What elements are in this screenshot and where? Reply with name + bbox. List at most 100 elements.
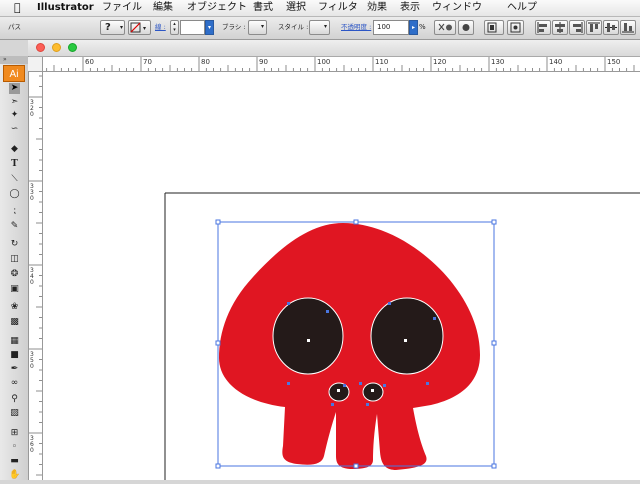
crop-tool-icon[interactable]: ⊞: [9, 428, 20, 439]
opacity-dropdown[interactable]: ▸: [409, 20, 418, 35]
magic-wand-tool-icon[interactable]: ✦: [9, 110, 20, 121]
handle-top-left[interactable]: [215, 219, 221, 225]
symbol-sprayer-tool-icon[interactable]: ❀: [9, 302, 20, 313]
horizontal-ruler[interactable]: 60708090100110120130140150160170: [43, 57, 640, 72]
line-tool-icon[interactable]: ⟍: [9, 174, 20, 185]
menu-type[interactable]: 書式: [253, 0, 273, 16]
handle-middle-right[interactable]: [491, 340, 497, 346]
recolor-button[interactable]: [434, 20, 456, 35]
paintbrush-tool-icon[interactable]: ⁏: [9, 206, 20, 217]
artwork: [164, 192, 640, 480]
scale-tool-icon[interactable]: ◫: [9, 254, 20, 265]
menu-window[interactable]: ウィンドウ: [432, 0, 482, 16]
h-ruler-label: 110: [375, 58, 388, 66]
app-menu[interactable]: Illustrator: [37, 0, 94, 16]
opacity-label[interactable]: 不透明度 :: [341, 20, 371, 35]
handle-top-right[interactable]: [491, 219, 497, 225]
lasso-tool-icon[interactable]: ∽: [9, 124, 20, 135]
left-eye[interactable]: [272, 297, 344, 375]
menu-view[interactable]: 表示: [400, 0, 420, 16]
transform-button[interactable]: [507, 20, 524, 35]
menu-filter[interactable]: フィルタ: [318, 0, 358, 16]
apple-icon[interactable]: : [14, 0, 21, 16]
direct-selection-tool-icon[interactable]: ➣: [9, 97, 20, 108]
ellipse-tool-icon[interactable]: ◯: [9, 189, 20, 200]
align-right-button[interactable]: [569, 20, 585, 35]
align-hcenter-button[interactable]: [552, 20, 568, 35]
v-ruler-label: 0: [30, 111, 34, 118]
opacity-field[interactable]: 100: [373, 20, 409, 35]
column-graph-tool-icon[interactable]: ▩: [9, 317, 20, 328]
stroke-none-icon: ▾: [130, 22, 146, 33]
stroke-weight-stepper[interactable]: ▴ ▾: [170, 20, 179, 35]
document-window: 60708090100110120130140150160170 3203303…: [28, 40, 640, 480]
menu-select[interactable]: 選択: [286, 0, 306, 16]
right-eye[interactable]: [370, 297, 444, 375]
zoom-button[interactable]: [68, 43, 77, 52]
eraser-tool-icon[interactable]: ▬: [9, 456, 20, 467]
align-vcenter-icon: [605, 23, 617, 32]
stroke-weight-dropdown[interactable]: ▾: [205, 20, 214, 35]
eyedropper-tool-icon[interactable]: ✒: [9, 364, 20, 375]
illustrator-logo[interactable]: Ai: [3, 65, 25, 82]
warp-tool-icon[interactable]: ❂: [9, 269, 20, 280]
vertical-ruler[interactable]: 320330340350360: [28, 57, 43, 480]
v-ruler-label: 0: [30, 279, 34, 286]
menu-effect[interactable]: 効果: [367, 0, 387, 16]
align-left-button[interactable]: [535, 20, 551, 35]
v-ruler-label: 0: [30, 363, 34, 370]
type-tool-icon[interactable]: T: [9, 159, 20, 170]
stroke-weight-field[interactable]: [180, 20, 205, 35]
menu-help[interactable]: ヘルプ: [507, 0, 537, 16]
minimize-button[interactable]: [52, 43, 61, 52]
live-paint-tool-icon[interactable]: ⚲: [9, 394, 20, 405]
isolate-icon: [462, 24, 470, 31]
handle-bottom-right[interactable]: [491, 463, 497, 469]
handle-top-center[interactable]: [353, 219, 359, 225]
hand-tool-icon[interactable]: ✋: [9, 470, 20, 481]
tools-panel: » Ai ➤ ➣ ✦ ∽ ◆ T ⟍ ◯ ⁏ ✎ ↻ ◫ ❂ ▣ ❀ ▩ ▦ ■…: [0, 56, 29, 480]
v-ruler-label: 0: [30, 195, 34, 202]
artboard-canvas[interactable]: [43, 72, 640, 480]
menu-edit[interactable]: 編集: [153, 0, 173, 16]
opacity-unit: %: [419, 23, 426, 31]
fill-swatch-button[interactable]: ? ▾: [100, 20, 125, 35]
ruler-origin[interactable]: [28, 57, 43, 72]
document-titlebar[interactable]: [28, 40, 640, 57]
isolate-button[interactable]: [458, 20, 474, 35]
align-options-button[interactable]: [484, 20, 504, 35]
align-vcenter-button[interactable]: [603, 20, 619, 35]
rotate-tool-icon[interactable]: ↻: [9, 239, 20, 250]
stroke-label[interactable]: 線 :: [155, 20, 166, 35]
close-button[interactable]: [36, 43, 45, 52]
handle-middle-left[interactable]: [215, 340, 221, 346]
gradient-tool-icon[interactable]: ■: [9, 350, 20, 361]
pencil-tool-icon[interactable]: ✎: [9, 221, 20, 232]
handle-bottom-center[interactable]: [353, 463, 359, 469]
mesh-tool-icon[interactable]: ▦: [9, 336, 20, 347]
live-paint-selection-tool-icon[interactable]: ▨: [9, 408, 20, 419]
menu-object[interactable]: オブジェクト: [187, 0, 247, 16]
tools-panel-header[interactable]: »: [0, 56, 28, 64]
menu-file[interactable]: ファイル: [102, 0, 142, 16]
h-ruler-label: 120: [433, 58, 446, 66]
selection-tool-icon[interactable]: ➤: [9, 83, 20, 94]
vertical-ruler-ticks: 320330340350360: [28, 75, 42, 476]
recolor-icon: [438, 23, 452, 31]
free-transform-tool-icon[interactable]: ▣: [9, 284, 20, 295]
brush-dropdown[interactable]: ▾: [248, 20, 267, 35]
align-top-icon: [588, 22, 600, 32]
align-top-button[interactable]: [586, 20, 602, 35]
h-ruler-label: 100: [317, 58, 330, 66]
style-dropdown[interactable]: ▾: [309, 20, 330, 35]
align-bottom-icon: [622, 23, 634, 33]
slice-tool-icon[interactable]: ◦: [9, 442, 20, 453]
align-bottom-button[interactable]: [620, 20, 636, 35]
stroke-swatch-button[interactable]: ▾: [128, 20, 151, 35]
handle-bottom-left[interactable]: [215, 463, 221, 469]
red-creature-shape[interactable]: [219, 223, 480, 470]
menu-bar:  Illustrator ファイル 編集 オブジェクト 書式 選択 フィルタ …: [0, 0, 640, 17]
blend-tool-icon[interactable]: ∞: [9, 378, 20, 389]
pen-tool-icon[interactable]: ◆: [9, 144, 20, 155]
align-right-icon: [573, 22, 583, 33]
